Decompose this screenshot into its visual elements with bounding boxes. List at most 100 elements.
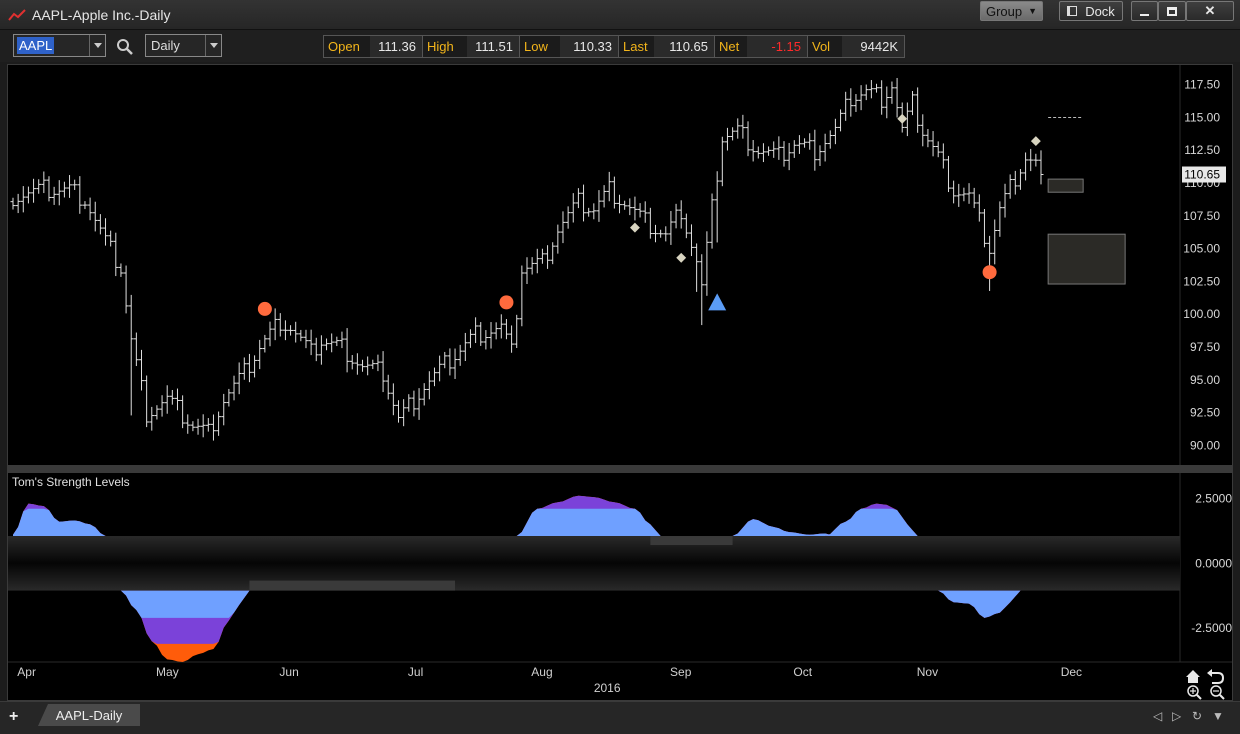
osc-tick-label: 0.0000 <box>1195 556 1232 570</box>
prev-icon[interactable]: ◁ <box>1153 709 1162 723</box>
ohlc-bar <box>971 187 977 209</box>
ohlc-bar <box>796 135 802 154</box>
ohlc-bar <box>822 133 828 162</box>
ohlc-bar <box>961 187 967 202</box>
ohlc-bar <box>714 171 720 243</box>
refresh-icon[interactable]: ↻ <box>1192 709 1202 723</box>
menu-chevron-icon[interactable]: ▼ <box>1212 709 1224 723</box>
minimize-button[interactable] <box>1131 1 1158 21</box>
ohlc-bar <box>431 367 437 387</box>
ohlc-bar <box>288 325 294 336</box>
ohlc-bar <box>688 224 694 257</box>
ohlc-bar <box>462 332 468 361</box>
chevron-down-icon[interactable] <box>205 35 221 56</box>
ohlc-bar <box>853 94 859 112</box>
chart-nav-icons[interactable] <box>1186 669 1225 700</box>
ohlc-bar <box>77 176 83 214</box>
price-tick-label: 107.50 <box>1183 209 1220 223</box>
ohlc-bar <box>108 230 114 247</box>
ohlc-bar <box>452 348 458 379</box>
ohlc-bar <box>483 330 489 350</box>
ohlc-bar <box>10 197 16 210</box>
ohlc-bar <box>282 320 288 341</box>
ohlc-bar <box>997 201 1003 237</box>
signal-diamond-marker <box>676 252 687 263</box>
ohlc-bar <box>380 351 386 393</box>
group-button-label: Group <box>985 3 1023 19</box>
ohlc-bar <box>550 242 556 265</box>
ohlc-bar <box>210 414 216 441</box>
ohlc-bar <box>709 193 715 249</box>
maximize-button[interactable] <box>1158 1 1186 21</box>
band-slot <box>650 536 733 546</box>
ohlc-bar <box>817 145 823 166</box>
price-tick-label: 95.00 <box>1190 373 1220 387</box>
dock-icon <box>1067 6 1078 16</box>
ohlc-bar <box>529 257 535 275</box>
add-tab-button[interactable]: + <box>9 708 18 726</box>
ohlc-bar <box>267 321 273 347</box>
maximize-icon <box>1167 6 1177 16</box>
ohlc-bar <box>277 313 283 337</box>
ohlc-bar <box>221 393 227 426</box>
ohlc-bar <box>539 248 545 264</box>
chart-area[interactable]: 117.50 115.00 112.50 110.00 107.50 105.00 102.… <box>7 64 1233 701</box>
ohlc-bar <box>910 90 915 116</box>
ohlc-bar <box>519 265 525 327</box>
ohlc-bar <box>128 294 134 416</box>
quote-value: -1.15 <box>747 36 807 57</box>
tab-aapl-daily[interactable]: AAPL-Daily <box>38 704 140 726</box>
symbol-combobox[interactable]: AAPL <box>13 34 106 57</box>
ohlc-bar <box>951 180 957 204</box>
ohlc-bar <box>565 206 571 229</box>
symbol-value[interactable]: AAPL <box>17 37 55 54</box>
ohlc-bar <box>36 179 42 194</box>
ohlc-bar <box>46 176 52 202</box>
ohlc-bar <box>1038 150 1044 185</box>
chart-canvas[interactable]: 117.50115.00112.50110.00107.50105.00102.… <box>8 65 1232 700</box>
price-tick-label: 102.50 <box>1183 274 1220 288</box>
ohlc-bar <box>349 355 355 370</box>
ohlc-bar <box>498 314 504 339</box>
ohlc-bar <box>581 184 587 222</box>
ohlc-bar <box>313 337 319 362</box>
ohlc-bar <box>1028 148 1034 172</box>
ohlc-bar <box>159 395 165 417</box>
month-tick-label: Jun <box>279 665 298 679</box>
home-icon[interactable] <box>1186 670 1200 683</box>
ohlc-bar <box>360 359 366 372</box>
ohlc-bar <box>144 375 150 428</box>
ohlc-bar <box>1007 174 1013 199</box>
ohlc-bar <box>935 141 941 158</box>
ohlc-bar <box>987 235 993 291</box>
ohlc-bar <box>586 207 592 217</box>
ohlc-bar <box>863 84 869 101</box>
ohlc-bar <box>406 394 412 412</box>
next-icon[interactable]: ▷ <box>1172 709 1181 723</box>
ohlc-bar <box>257 339 263 370</box>
ohlc-bar <box>416 388 422 420</box>
ohlc-bar <box>807 133 813 150</box>
ohlc-bar <box>668 211 674 245</box>
ohlc-bar <box>488 322 494 349</box>
ohlc-bar <box>401 399 407 427</box>
ohlc-bar <box>118 263 124 277</box>
group-button[interactable]: Group ▼ <box>980 1 1043 21</box>
dock-button[interactable]: Dock <box>1059 1 1123 21</box>
ohlc-bar <box>200 414 206 438</box>
ohlc-bar <box>354 353 360 375</box>
ohlc-bar <box>72 179 78 190</box>
interval-combobox[interactable]: Daily <box>145 34 222 57</box>
ohlc-bar <box>673 203 679 229</box>
ohlc-bar <box>1002 183 1008 218</box>
close-button[interactable]: ✕ <box>1186 1 1234 21</box>
ohlc-bar <box>61 181 67 198</box>
ohlc-bar <box>889 81 895 104</box>
ohlc-bar <box>473 317 479 344</box>
search-icon[interactable] <box>116 38 134 56</box>
ohlc-bar <box>596 190 602 222</box>
ohlc-bar <box>246 353 252 383</box>
chevron-down-icon[interactable] <box>89 35 105 56</box>
ohlc-bar <box>879 80 885 115</box>
ohlc-bar <box>827 130 833 149</box>
